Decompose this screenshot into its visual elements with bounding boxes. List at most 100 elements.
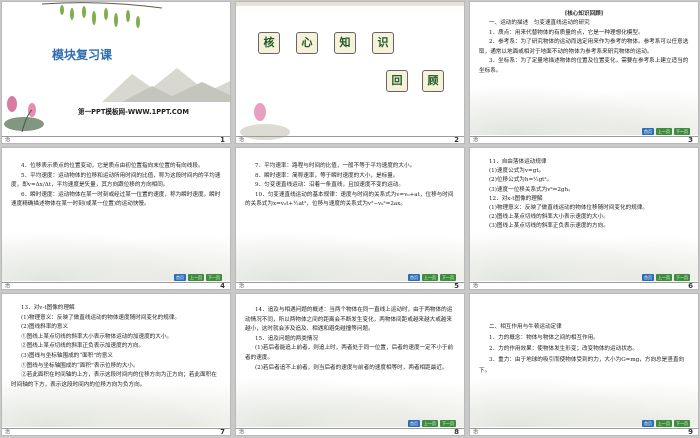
footer-divider xyxy=(470,136,698,137)
footer-divider xyxy=(2,282,230,283)
footer-divider xyxy=(470,428,698,429)
home-button[interactable]: 首页 xyxy=(408,274,420,281)
text-line: 5．平均速度：运动物体的位移和运动所用时间的比值，称为这段时间内的平均速度，即v… xyxy=(11,172,221,189)
footer-mark: 治 xyxy=(239,137,245,143)
slide-sorter-grid: 模块复习课 第一PPT模板网-WWW.1PPT.COM 治 1 核 心 知 识 … xyxy=(0,0,700,438)
text-line: (1)物理意义：反映了做直线运动的物体速度随时间变化的规律。 xyxy=(21,314,180,321)
section-header: [核心知识回顾] xyxy=(564,11,604,17)
footer-divider xyxy=(236,282,464,283)
slide-thumbnail-9[interactable]: 二、相互作用与牛顿运动定律 1．力的概念：物体与物体之间的相互作用。 2．力的作… xyxy=(469,293,699,436)
slide-number: 2 xyxy=(454,136,459,144)
text-line: 8．瞬时速率：简称速率，等于瞬时速度的大小，是标量。 xyxy=(255,172,399,179)
slide-thumbnail-8[interactable]: 14．追及与相遇问题的概述：当两个物体在同一直线上运动时，由于两物体的运动情况不… xyxy=(235,293,465,436)
slide-number: 1 xyxy=(220,136,225,144)
ink-flower-illustration xyxy=(240,103,290,140)
text-line: (3)速度一位移关系式为v²=2gh。 xyxy=(489,186,574,193)
home-button[interactable]: 首页 xyxy=(642,128,654,135)
title-char-box: 知 xyxy=(334,32,356,54)
title-char-box: 识 xyxy=(372,32,394,54)
slide-body: 4．位移表示质点的位置变动，它是质点由初位置指向末位置的有向线段。 5．平均速度… xyxy=(11,162,221,210)
slide-subtitle: 第一PPT模板网-WWW.1PPT.COM xyxy=(78,108,189,116)
title-char-box: 顾 xyxy=(422,70,444,92)
text-line: (2)图线上某点切线的斜率大小表示速度的大小。 xyxy=(489,214,609,221)
prev-button[interactable]: 上一页 xyxy=(656,420,672,427)
top-band xyxy=(236,2,464,6)
text-line: (2)图线斜率的意义 xyxy=(21,324,69,331)
next-button[interactable]: 下一页 xyxy=(440,274,456,281)
text-line: 9．匀变速直线运动：沿着一条直线，且加速度不变的运动。 xyxy=(255,182,404,189)
footer-mark: 治 xyxy=(473,283,479,289)
prev-button[interactable]: 上一页 xyxy=(422,274,438,281)
slide-nav-buttons: 首页 上一页 下一页 xyxy=(408,420,456,427)
title-char-box: 回 xyxy=(386,70,408,92)
text-line: 3．坐标系：为了定量地描述物体的位置及位置变化，需要在参考系上建立适当的坐标系。 xyxy=(479,58,689,74)
footer-mark: 治 xyxy=(239,429,245,435)
text-line: 2．参考系：为了研究物体的运动而选定用来作为参考的物体。参考系可以任意选取，通常… xyxy=(479,39,689,55)
footer-mark: 治 xyxy=(5,283,11,289)
slide-number: 3 xyxy=(688,136,693,144)
text-line: (2)若后者追不上前者，则当后者的速度与前者的速度相等时，两者相距最近。 xyxy=(255,364,448,371)
footer-mark: 治 xyxy=(5,137,11,143)
next-button[interactable]: 下一页 xyxy=(674,420,690,427)
text-line: (1)若后者能追上前者，则追上时，两者处于同一位置，后者的速度一定不小于前者的速… xyxy=(245,345,454,361)
footer-divider xyxy=(2,428,230,429)
slide-title: 模块复习课 xyxy=(52,48,113,62)
background-wash xyxy=(470,75,698,135)
text-line: (1)物理意义：反映了做直线运动的物体位移随时间变化的规律。 xyxy=(489,205,648,212)
prev-button[interactable]: 上一页 xyxy=(422,420,438,427)
footer-mark: 治 xyxy=(239,283,245,289)
text-line: 10．匀变速直线运动的基本规律：速度与时间的关系式为v=v₀+at，位移与时间的… xyxy=(245,191,454,208)
next-button[interactable]: 下一页 xyxy=(440,420,456,427)
text-line: 4．位移表示质点的位置变动，它是质点由初位置指向末位置的有向线段。 xyxy=(21,163,204,169)
slide-number: 6 xyxy=(688,282,693,290)
slide-thumbnail-2[interactable]: 核 心 知 识 回 顾 治 2 xyxy=(235,1,465,144)
footer-divider xyxy=(470,282,698,283)
slide-thumbnail-1[interactable]: 模块复习课 第一PPT模板网-WWW.1PPT.COM 治 1 xyxy=(1,1,231,144)
text-line: (3)图线上某点切线的斜率正负表示速度的方向。 xyxy=(489,223,609,230)
footer-mark: 治 xyxy=(473,137,479,143)
text-line: (3)图线与坐标轴围成的“面积”的意义 xyxy=(21,352,113,359)
slide-thumbnail-5[interactable]: 7．平均速率：路程与时间的比值，一般不等于平均速度的大小。 8．瞬时速率：简称速… xyxy=(235,147,465,290)
text-line: ①图线与坐标轴围成的“面积”表示位移的大小。 xyxy=(21,362,139,369)
text-line: 3．重力：由于地球的吸引而使物体受到的力，大小为G=mg，方向总是竖直向下。 xyxy=(479,357,685,374)
text-line: ②图线上某点切线的斜率正负表示加速度的方向。 xyxy=(21,343,145,350)
text-line: 1．质点：用来代替物体的有质量的点，它是一种理想化模型。 xyxy=(489,29,644,36)
text-line: 6．瞬时速度：运动物体在某一时刻或经过某一位置的速度，称为瞬时速度。瞬时速度精确… xyxy=(11,191,221,208)
text-line: 13．对v-t图像的理解 xyxy=(21,305,75,311)
slide-number: 5 xyxy=(454,282,459,290)
text-line: ①图线上某点切线的斜率大小表示物体运动的加速度的大小。 xyxy=(21,333,173,340)
slide-thumbnail-3[interactable]: [核心知识回顾] 一、运动的描述 匀变速直线运动的研究 1．质点：用来代替物体的… xyxy=(469,1,699,144)
home-button[interactable]: 首页 xyxy=(642,274,654,281)
footer-mark: 治 xyxy=(473,429,479,435)
slide-nav-buttons: 首页 上一页 下一页 xyxy=(642,420,690,427)
slide-number: 4 xyxy=(220,282,225,290)
prev-button[interactable]: 上一页 xyxy=(656,274,672,281)
next-button[interactable]: 下一页 xyxy=(674,128,690,135)
home-button[interactable]: 首页 xyxy=(174,274,186,281)
next-button[interactable]: 下一页 xyxy=(674,274,690,281)
lotus-illustration xyxy=(4,96,44,133)
footer-divider xyxy=(236,428,464,429)
slide-thumbnail-6[interactable]: 11．自由落体运动规律 (1)速度公式为v=gt。 (2)位移公式为h=½gt²… xyxy=(469,147,699,290)
slide-thumbnail-4[interactable]: 4．位移表示质点的位置变动，它是质点由初位置指向末位置的有向线段。 5．平均速度… xyxy=(1,147,231,290)
home-button[interactable]: 首页 xyxy=(408,420,420,427)
slide-thumbnail-7[interactable]: 13．对v-t图像的理解 (1)物理意义：反映了做直线运动的物体速度随时间变化的… xyxy=(1,293,231,436)
home-button[interactable]: 首页 xyxy=(642,420,654,427)
text-line: (2)位移公式为h=½gt²。 xyxy=(489,177,553,184)
willow-branch-illustration xyxy=(42,2,162,28)
next-button[interactable]: 下一页 xyxy=(206,274,222,281)
footer-divider xyxy=(236,136,464,137)
text-line: ②若此面积在时间轴的上方，表示这段时间内的位移方向为正方向；若此面积在时间轴的下… xyxy=(11,372,217,388)
slide-body: 13．对v-t图像的理解 (1)物理意义：反映了做直线运动的物体速度随时间变化的… xyxy=(11,304,221,390)
text-line: 12．对x-t图像的理解 xyxy=(489,195,543,202)
text-line: 7．平均速率：路程与时间的比值，一般不等于平均速度的大小。 xyxy=(255,163,416,169)
slide-body: 一、运动的描述 匀变速直线运动的研究 1．质点：用来代替物体的有质量的点，它是一… xyxy=(479,19,689,77)
text-line: 14．追及与相遇问题的概述：当两个物体在同一直线上运动时，由于两物体的运动情况不… xyxy=(245,307,453,333)
background-wash xyxy=(236,367,464,427)
footer-mark: 治 xyxy=(5,429,11,435)
prev-button[interactable]: 上一页 xyxy=(656,128,672,135)
slide-nav-buttons: 首页 上一页 下一页 xyxy=(642,128,690,135)
prev-button[interactable]: 上一页 xyxy=(188,274,204,281)
slide-nav-buttons: 首页 上一页 下一页 xyxy=(642,274,690,281)
slide-number: 9 xyxy=(688,428,693,436)
